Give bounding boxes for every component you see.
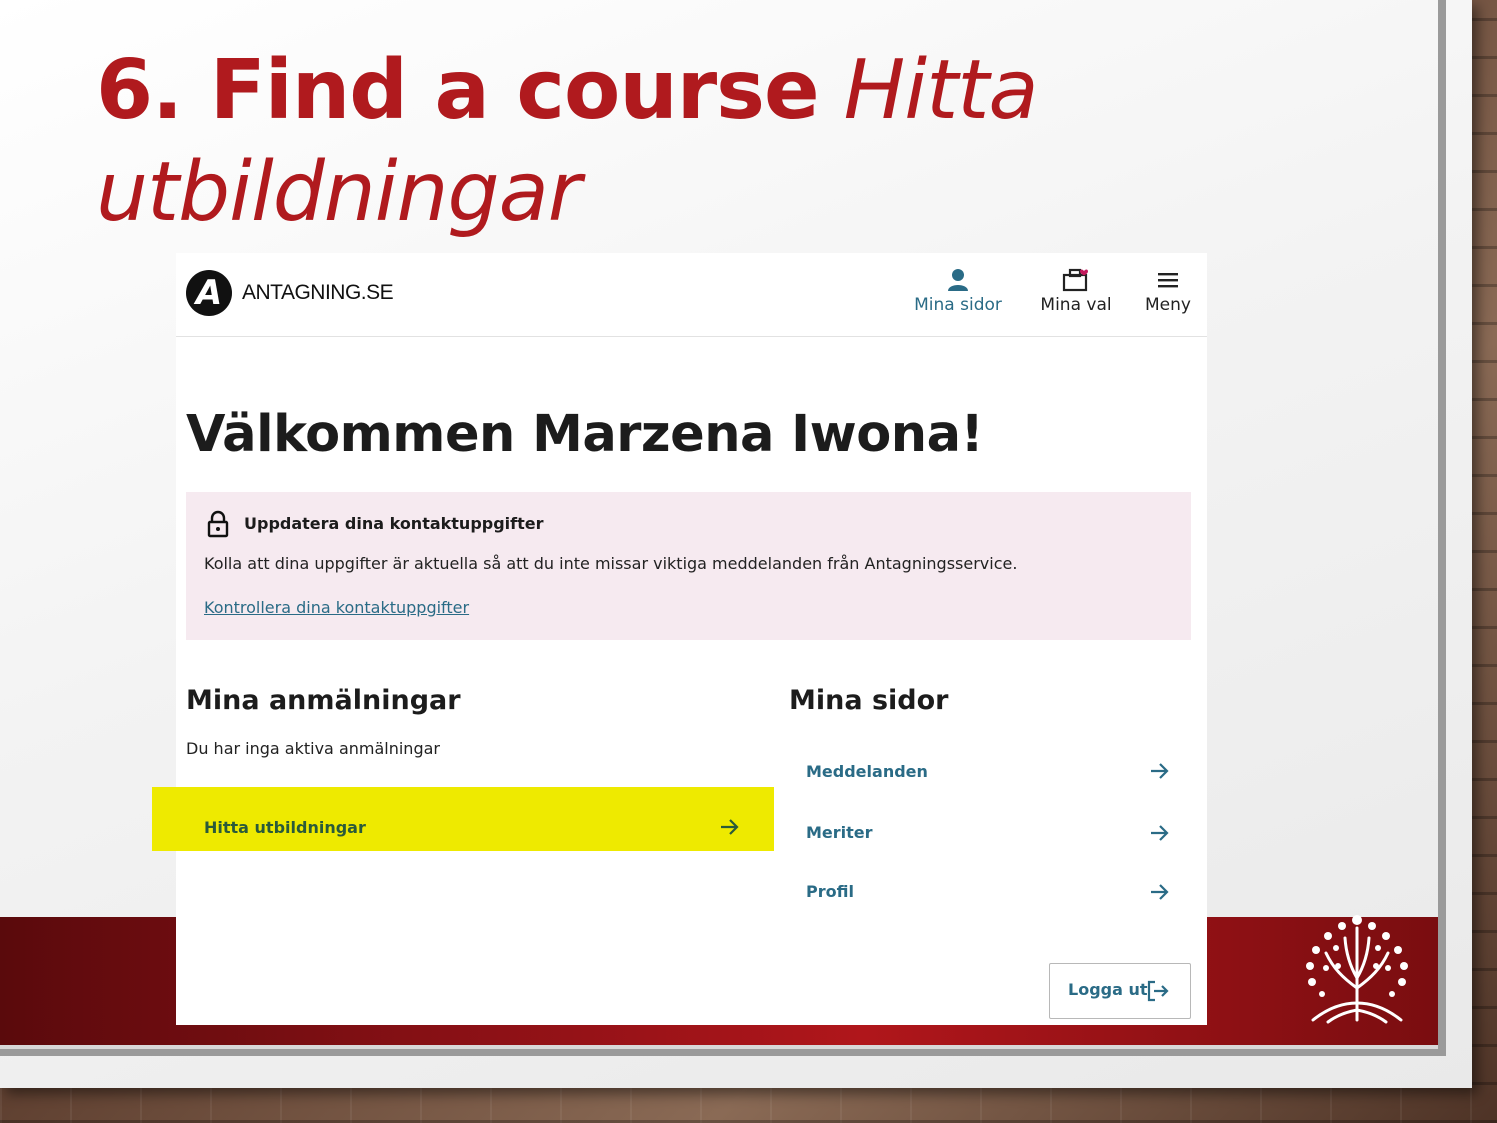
slide-title-english: 6. Find a course — [96, 43, 820, 138]
site-header: A ANTAGNING.SE Mina sidor Mina val Meny — [176, 253, 1207, 337]
page-title: Välkommen Marzena Iwona! — [186, 405, 984, 464]
nav-meny[interactable]: Meny — [1138, 267, 1198, 327]
hamburger-icon — [1158, 273, 1178, 288]
contact-info-notice: Uppdatera dina kontaktuppgifter Kolla at… — [186, 492, 1191, 640]
tree-logo-icon — [1306, 915, 1408, 1024]
check-contact-info-link[interactable]: Kontrollera dina kontaktuppgifter — [204, 598, 469, 617]
nav-mina-sidor-label: Mina sidor — [914, 295, 1002, 315]
my-pages-heading: Mina sidor — [789, 685, 949, 716]
arrow-right-icon[interactable] — [1148, 822, 1170, 844]
profile-link[interactable]: Profil — [806, 882, 854, 901]
lock-icon — [207, 510, 229, 538]
my-applications-heading: Mina anmälningar — [186, 685, 461, 716]
nav-meny-label: Meny — [1145, 295, 1191, 315]
antagning-screenshot: A ANTAGNING.SE Mina sidor Mina val Meny … — [152, 253, 1207, 1025]
notice-text: Kolla att dina uppgifter är aktuella så … — [204, 554, 1018, 573]
notice-title: Uppdatera dina kontaktuppgifter — [244, 514, 544, 533]
merits-link[interactable]: Meriter — [806, 823, 873, 842]
slide-footer-line — [0, 1045, 1438, 1049]
find-courses-link[interactable]: Hitta utbildningar — [204, 818, 366, 837]
logout-button[interactable]: Logga ut — [1049, 963, 1191, 1019]
arrow-right-icon[interactable] — [718, 816, 740, 838]
arrow-right-icon[interactable] — [1148, 881, 1170, 903]
briefcase-heart-icon — [1062, 268, 1088, 292]
messages-link[interactable]: Meddelanden — [806, 762, 928, 781]
slide-title: 6. Find a course Hitta utbildningar — [96, 40, 1096, 244]
logout-icon — [1147, 980, 1169, 1002]
brand-name[interactable]: ANTAGNING.SE — [242, 281, 394, 305]
user-icon — [948, 269, 968, 291]
arrow-right-icon[interactable] — [1148, 760, 1170, 782]
nav-mina-val[interactable]: Mina val — [1036, 267, 1116, 327]
no-applications-text: Du har inga aktiva anmälningar — [186, 739, 440, 758]
antagning-logo[interactable]: A — [186, 270, 232, 316]
logout-label: Logga ut — [1068, 980, 1148, 999]
nav-mina-sidor[interactable]: Mina sidor — [910, 267, 1006, 327]
nav-mina-val-label: Mina val — [1040, 295, 1112, 315]
